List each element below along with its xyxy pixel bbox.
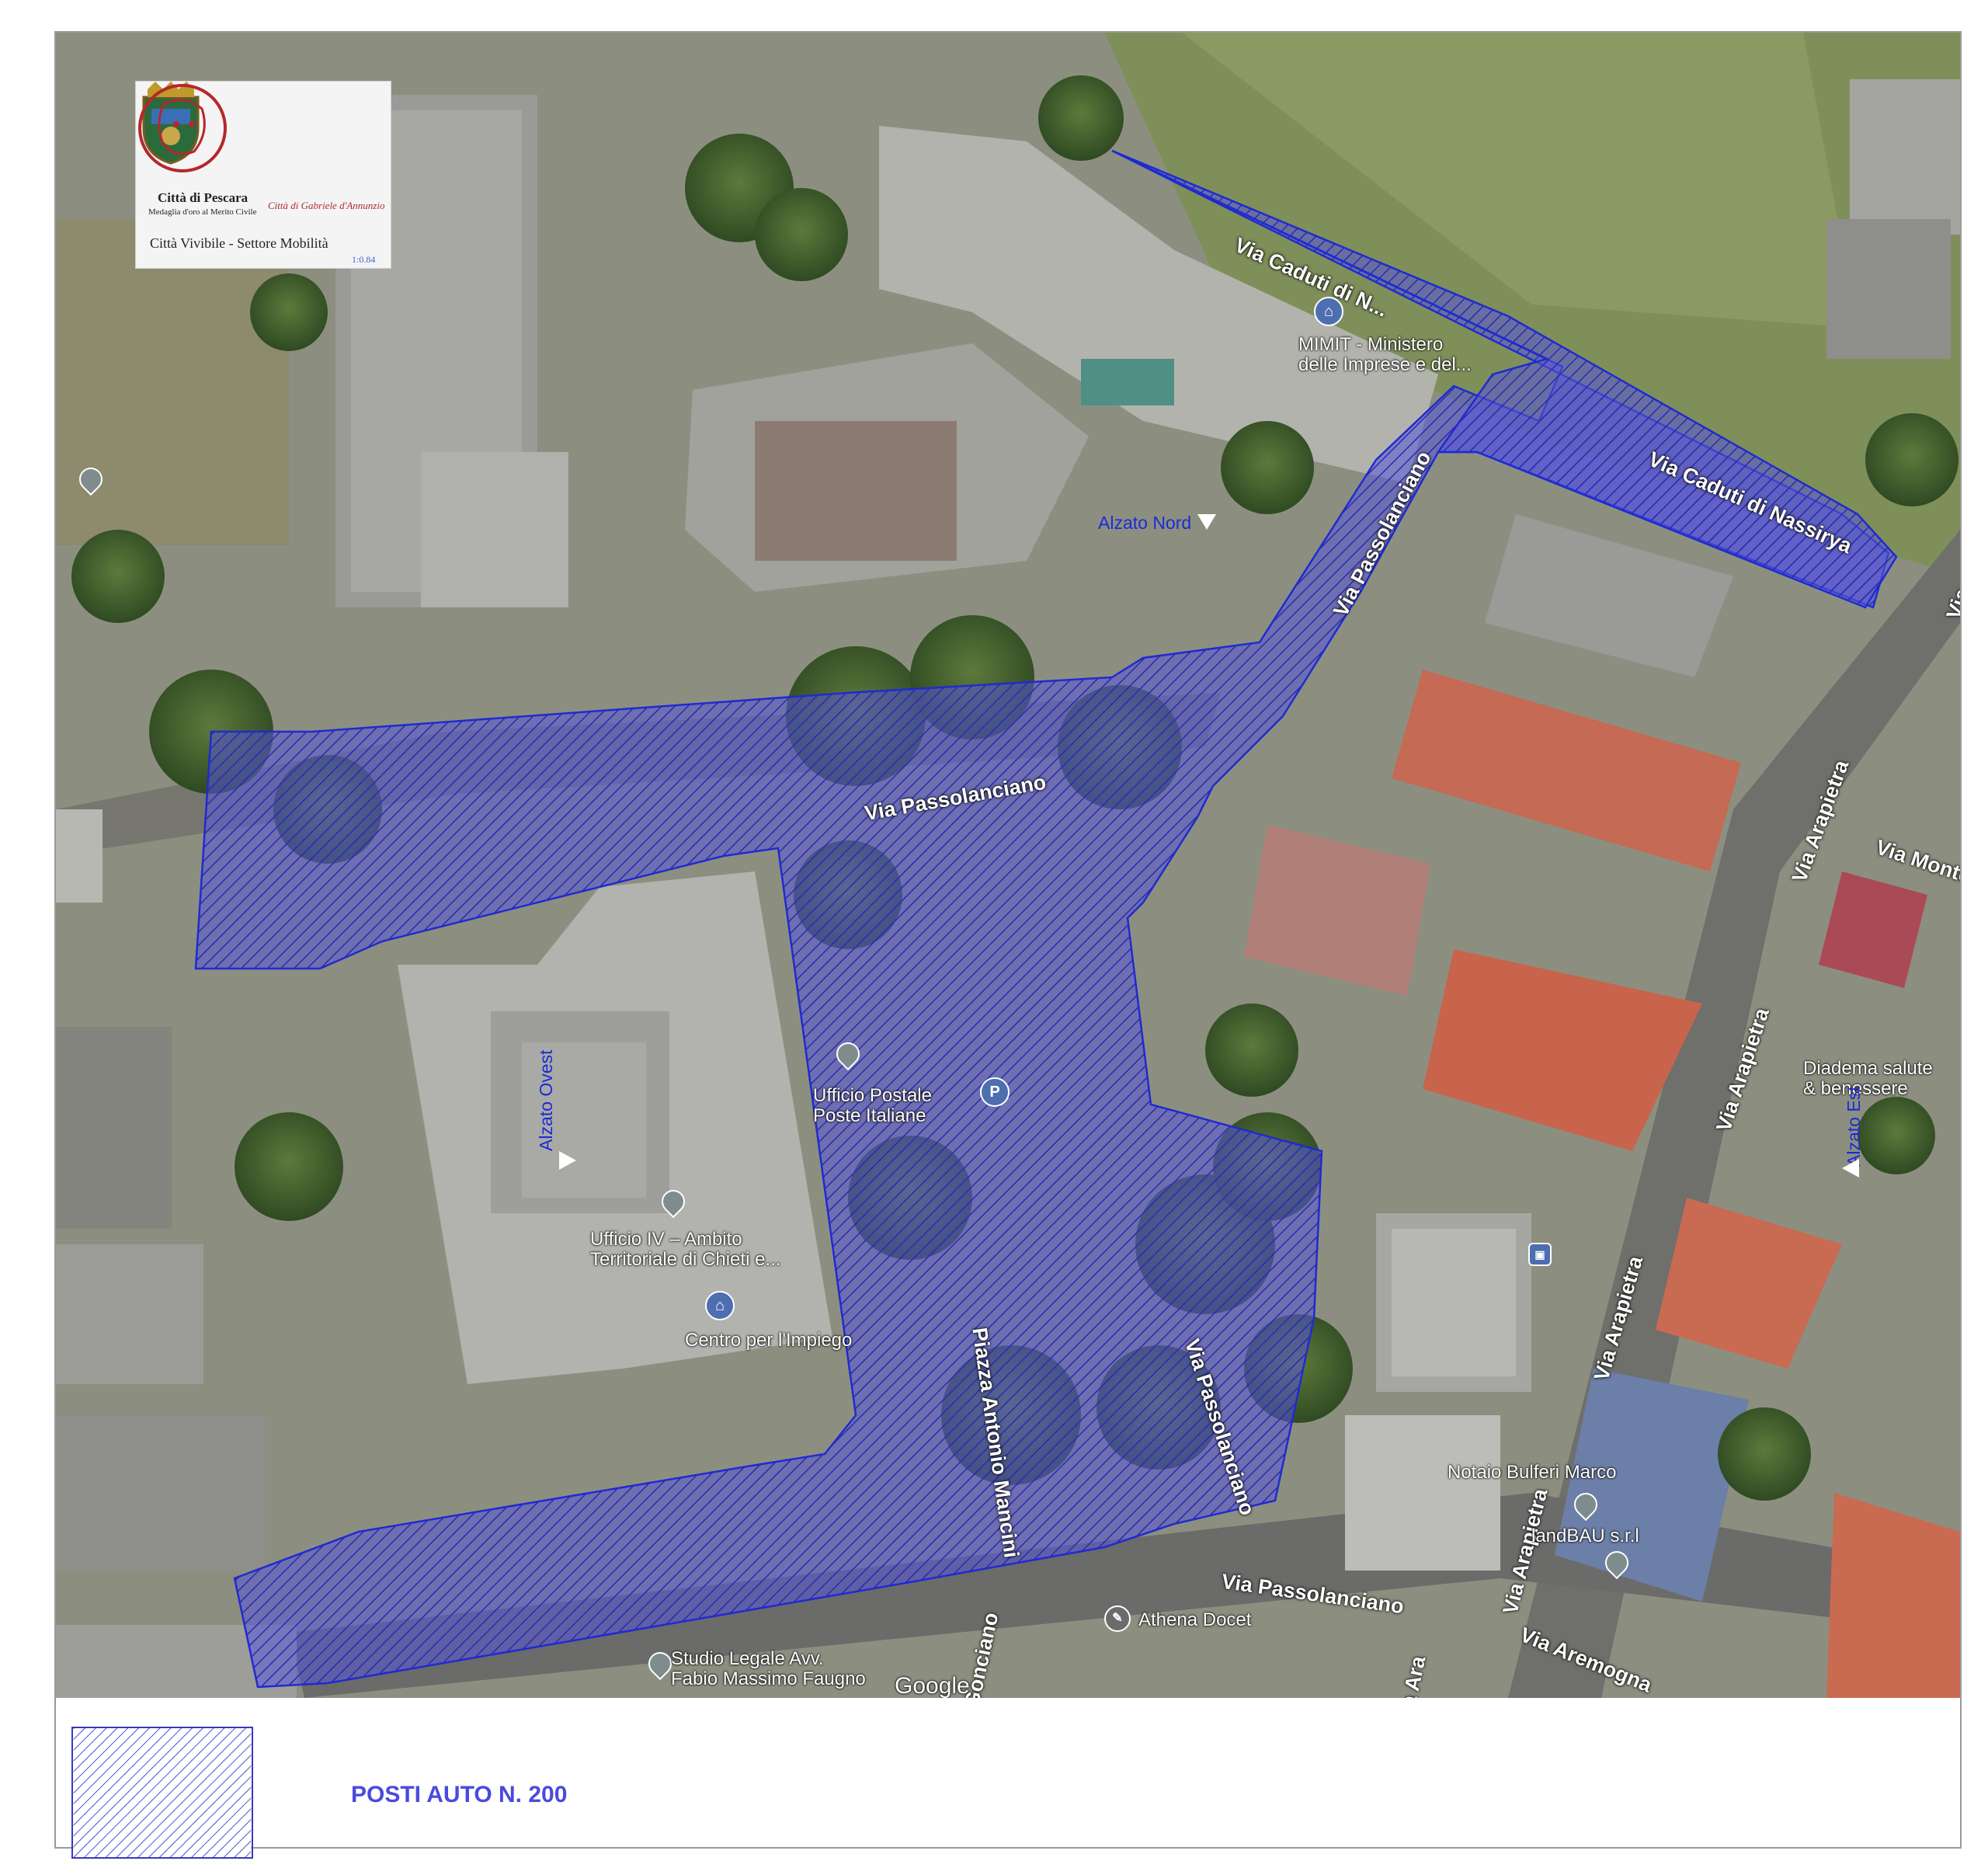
legend-hatch-swatch [71,1727,253,1859]
poi-ufficio-postale-line2[interactable]: Poste Italiane [813,1105,926,1127]
school-icon[interactable]: ✎ [1104,1605,1131,1632]
poi-centro-impiego[interactable]: Centro per l'Impiego [685,1330,852,1351]
raised-crossing-north-icon[interactable] [1197,514,1216,530]
logo-panel: Città di Pescara Medaglia d'oro al Merit… [135,81,391,269]
parking-icon[interactable]: P [980,1077,1010,1107]
legend-label: POSTI AUTO N. 200 [351,1782,568,1807]
dannunzio-logo-text: Città di Gabriele d'Annunzio [268,200,385,211]
department-name: Città Vivibile - Settore Mobilità [150,235,328,251]
poi-athena[interactable]: Athena Docet [1138,1609,1251,1631]
institution-icon[interactable]: ⌂ [705,1291,735,1320]
poi-studio-legale-line1[interactable]: Studio Legale Avv. [671,1648,824,1670]
government-icon[interactable]: ⌂ [1314,297,1343,326]
poi-ufficio-postale-line1[interactable]: Ufficio Postale [813,1085,932,1107]
poi-mimit-line1[interactable]: MIMIT - Ministero [1298,334,1443,356]
raised-crossing-west-label: Alzato Ovest [536,1049,556,1151]
bus-stop-icon[interactable]: ▣ [1528,1243,1552,1266]
dannunzio-logo-icon [138,84,227,172]
raised-crossing-east-icon[interactable] [1842,1159,1859,1178]
aerial-map[interactable]: Città di Pescara Medaglia d'oro al Merit… [56,33,1960,1698]
raised-crossing-west-icon[interactable] [559,1151,576,1170]
google-watermark: Google [895,1673,970,1698]
poi-notaio[interactable]: Notaio Bulferi Marco [1448,1462,1616,1484]
poi-ufficio-iv-line2[interactable]: Territoriale di Chieti e... [590,1249,780,1271]
raised-crossing-north-label: Alzato Nord [1098,513,1192,533]
scale-note: 1:0.84 [352,254,376,265]
poi-ufficio-iv-line1[interactable]: Ufficio IV – Ambito [590,1229,742,1251]
raised-crossing-east-label: Alzato Est [1844,1086,1864,1167]
poi-studio-legale-line2[interactable]: Fabio Massimo Faugno [671,1668,866,1690]
city-motto: Medaglia d'oro al Merito Civile [148,207,257,217]
poi-landbau[interactable]: landBAU s.r.l [1531,1525,1639,1547]
city-name: Città di Pescara [158,190,248,205]
poi-diadema-line1[interactable]: Diadema salute [1803,1058,1933,1080]
poi-mimit-line2[interactable]: delle Imprese e del... [1298,354,1472,376]
